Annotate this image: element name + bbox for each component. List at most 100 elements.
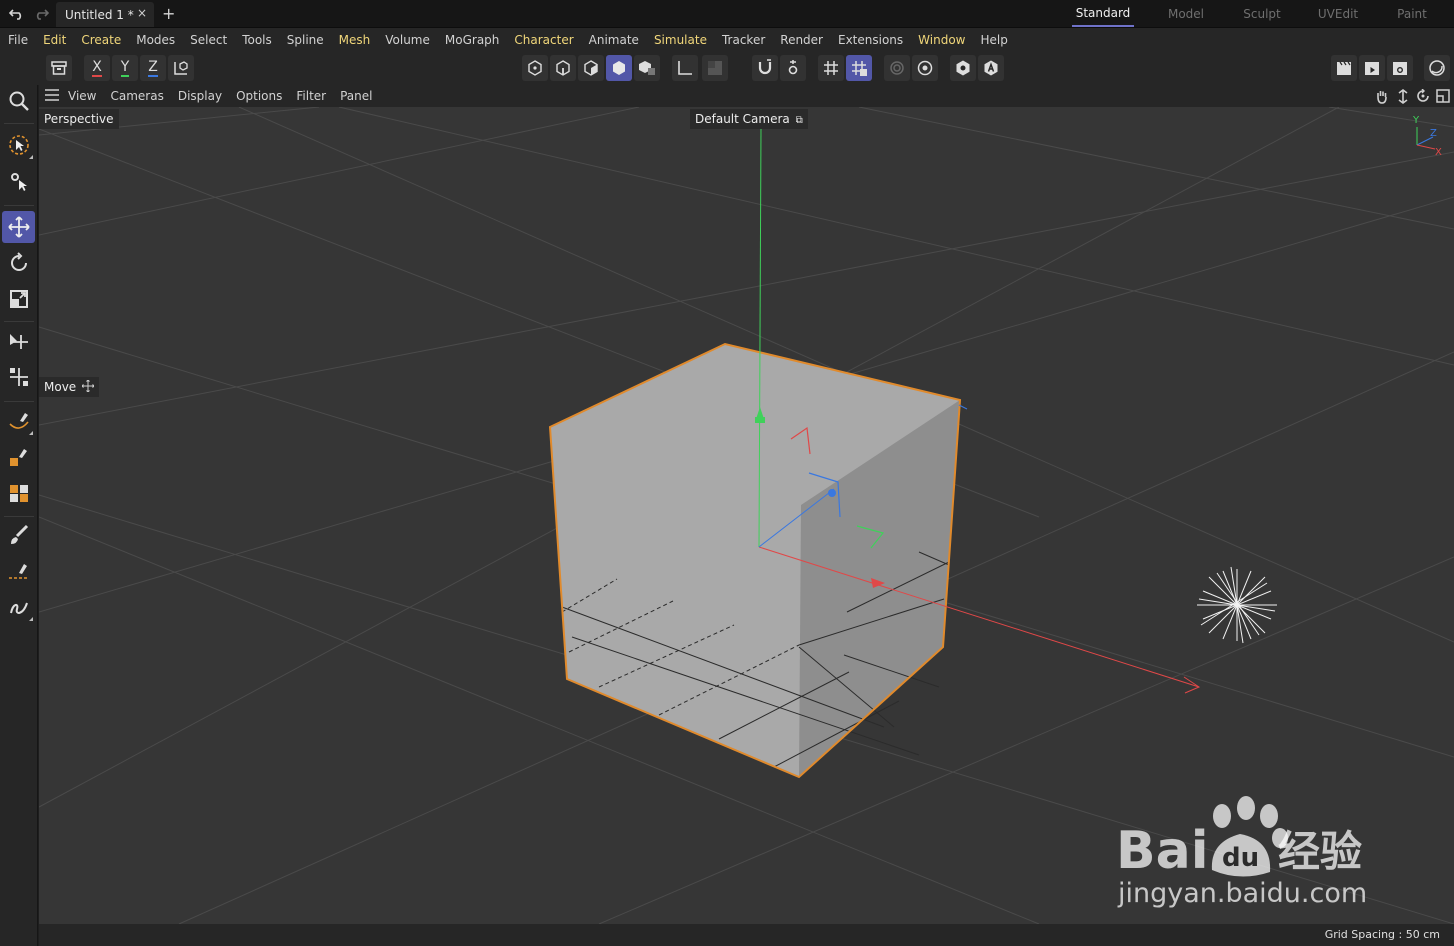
palette-separator [4, 321, 34, 322]
viewport-menu-cameras[interactable]: Cameras [110, 89, 163, 103]
menu-tools[interactable]: Tools [242, 33, 272, 47]
tweak-icon [10, 173, 27, 191]
document-tab[interactable]: Untitled 1 * × [56, 2, 154, 27]
menu-volume[interactable]: Volume [385, 33, 430, 47]
lock-z-axis-button[interactable]: Z [140, 55, 166, 81]
dolly-view-icon[interactable] [1395, 88, 1411, 104]
rotate-tool-button[interactable] [2, 247, 35, 279]
transfer-tool-button[interactable] [2, 325, 35, 357]
menu-mesh[interactable]: Mesh [339, 33, 371, 47]
undo-icon[interactable] [8, 5, 26, 23]
tweak-tool-button[interactable] [2, 165, 35, 197]
viewport-status-bar: Grid Spacing : 50 cm [39, 924, 1454, 946]
live-selection-button[interactable] [2, 129, 35, 161]
generator-icon [9, 449, 27, 466]
menu-select[interactable]: Select [190, 33, 227, 47]
palette-separator [4, 123, 34, 124]
menu-simulate[interactable]: Simulate [654, 33, 707, 47]
uv-mode-button[interactable] [634, 55, 660, 81]
redshift-button[interactable] [1424, 55, 1450, 81]
search-commands-button[interactable] [2, 85, 35, 117]
layout-tab-uvedit[interactable]: UVEdit [1312, 0, 1364, 27]
asset-browser-button[interactable] [978, 55, 1004, 81]
clapper-play-icon [1365, 62, 1379, 75]
tool-group-corner [29, 617, 33, 621]
maximize-view-icon[interactable] [1435, 88, 1451, 104]
move-tool-button[interactable] [2, 211, 35, 243]
model-mode-button[interactable] [606, 55, 632, 81]
viewport-menu-filter[interactable]: Filter [296, 89, 326, 103]
coordinate-system-button[interactable] [168, 55, 194, 81]
snap-settings-button[interactable] [780, 55, 806, 81]
menu-window[interactable]: Window [918, 33, 965, 47]
edges-mode-button[interactable] [550, 55, 576, 81]
menu-edit[interactable]: Edit [43, 33, 66, 47]
menu-extensions[interactable]: Extensions [838, 33, 903, 47]
active-tool-label: Move [39, 377, 100, 397]
menu-character[interactable]: Character [514, 33, 573, 47]
layout-tab-sculpt[interactable]: Sculpt [1236, 0, 1288, 27]
lock-x-axis-button[interactable]: X [84, 55, 110, 81]
gizmo-z-handle[interactable] [828, 489, 836, 497]
viewport-solo-button[interactable] [912, 55, 938, 81]
generator-pen-button[interactable] [2, 441, 35, 473]
solo-off-button[interactable] [884, 55, 910, 81]
placement-icon [9, 368, 28, 386]
menu-mograph[interactable]: MoGraph [445, 33, 500, 47]
clapper-gear-icon [1393, 62, 1407, 75]
locked-workplane-button[interactable] [846, 55, 872, 81]
live-selection-icon [8, 135, 29, 155]
indicator-x-label: X [1435, 147, 1442, 158]
redo-icon[interactable] [32, 5, 50, 23]
menu-create[interactable]: Create [81, 33, 121, 47]
watermark-cn: 经验 [1278, 827, 1362, 876]
rotate-icon [10, 252, 27, 271]
axis-mode-button[interactable] [672, 55, 698, 81]
sketch-tool-button[interactable] [2, 591, 35, 623]
placement-tool-button[interactable] [2, 361, 35, 393]
add-tab-icon[interactable]: + [162, 4, 175, 23]
viewport-hamburger-icon[interactable] [45, 88, 59, 104]
workplane-button[interactable] [818, 55, 844, 81]
enable-snapping-button[interactable] [752, 55, 778, 81]
pan-view-icon[interactable] [1374, 88, 1390, 104]
texture-mode-button[interactable] [702, 55, 728, 81]
grid-spacing-readout: Grid Spacing : 50 cm [1324, 928, 1440, 941]
brush-tool-button[interactable] [2, 519, 35, 551]
layout-tab-standard[interactable]: Standard [1072, 0, 1134, 27]
menu-file[interactable]: File [8, 33, 28, 47]
palette-separator [4, 516, 34, 517]
polygons-mode-button[interactable] [578, 55, 604, 81]
layout-tab-paint[interactable]: Paint [1386, 0, 1438, 27]
menu-bar: File Edit Create Modes Select Tools Spli… [0, 28, 1454, 52]
render-to-picture-viewer-button[interactable] [1359, 55, 1385, 81]
render-view-button[interactable] [1331, 55, 1357, 81]
layout-tab-model[interactable]: Model [1160, 0, 1212, 27]
orbit-view-icon[interactable] [1415, 88, 1431, 104]
menu-modes[interactable]: Modes [136, 33, 175, 47]
polygons-mode-icon [584, 60, 598, 76]
viewport-menu-options[interactable]: Options [236, 89, 282, 103]
lock-y-axis-button[interactable]: Y [112, 55, 138, 81]
menu-spline[interactable]: Spline [287, 33, 324, 47]
object-mode-button[interactable] [46, 55, 72, 81]
spline-pen-button[interactable] [2, 405, 35, 437]
visibility-button[interactable] [950, 55, 976, 81]
cloner-tool-button[interactable] [2, 477, 35, 509]
menu-render[interactable]: Render [780, 33, 823, 47]
line-cut-button[interactable] [2, 555, 35, 587]
cube-object[interactable] [548, 342, 962, 779]
viewport-menu-display[interactable]: Display [178, 89, 222, 103]
scale-tool-button[interactable] [2, 283, 35, 315]
render-settings-button[interactable] [1387, 55, 1413, 81]
menu-animate[interactable]: Animate [589, 33, 639, 47]
viewport-menu-view[interactable]: View [68, 89, 96, 103]
points-mode-button[interactable] [522, 55, 548, 81]
close-tab-icon[interactable]: × [137, 6, 147, 20]
light-object[interactable] [1197, 566, 1277, 644]
menu-help[interactable]: Help [981, 33, 1008, 47]
viewport-projection-label[interactable]: Perspective [39, 109, 119, 129]
viewport-camera-label[interactable]: Default Camera ⧉ [690, 109, 808, 129]
viewport-menu-panel[interactable]: Panel [340, 89, 372, 103]
menu-tracker[interactable]: Tracker [722, 33, 765, 47]
